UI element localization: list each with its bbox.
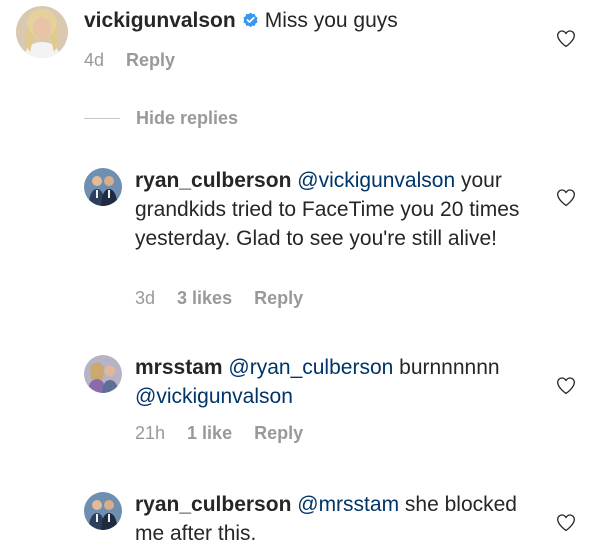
reply-comment: ryan_culberson @mrsstam she blocked me a…: [0, 484, 607, 550]
reply-button[interactable]: Reply: [126, 50, 175, 70]
avatar[interactable]: [84, 168, 122, 206]
comments-thread: vickigunvalson Miss you guys 4d Reply Hide…: [0, 0, 607, 550]
comment-username[interactable]: vickigunvalson: [84, 9, 236, 32]
reply-comment: ryan_culberson @vickigunvalson your gran…: [0, 160, 607, 320]
reply-comment: mrsstam @ryan_culberson burnnnnnn @vicki…: [0, 347, 607, 452]
comment-mention[interactable]: @vickigunvalson: [297, 169, 455, 192]
hide-replies-button[interactable]: Hide replies: [84, 108, 238, 130]
comment-text: vickigunvalson Miss you guys: [84, 6, 484, 35]
comment-meta: 21h 1 like Reply: [135, 423, 325, 444]
comment-mention[interactable]: @mrsstam: [297, 493, 399, 516]
avatar[interactable]: [16, 6, 68, 58]
avatar[interactable]: [84, 492, 122, 530]
likes-count[interactable]: 1 like: [187, 423, 232, 443]
comment-text: ryan_culberson @mrsstam she blocked me a…: [135, 490, 525, 548]
heart-outline-icon[interactable]: [556, 188, 576, 207]
comment-username[interactable]: ryan_culberson: [135, 169, 291, 192]
comment-body: burnnnnnn: [399, 356, 500, 379]
reply-button[interactable]: Reply: [254, 423, 303, 443]
likes-count[interactable]: 3 likes: [177, 288, 232, 308]
heart-outline-icon[interactable]: [556, 513, 576, 532]
comment-time: 21h: [135, 423, 166, 443]
comment-text: mrsstam @ryan_culberson burnnnnnn @vicki…: [135, 353, 525, 411]
comment-mention[interactable]: @ryan_culberson: [228, 356, 393, 379]
comment-time: 3d: [135, 288, 156, 308]
reply-button[interactable]: Reply: [254, 288, 303, 308]
comment-text: ryan_culberson @vickigunvalson your gran…: [135, 166, 525, 253]
comment-mention[interactable]: @vickigunvalson: [135, 385, 293, 408]
verified-badge-icon: [242, 8, 259, 28]
hide-replies-label: Hide replies: [136, 108, 239, 128]
comment-meta: 3d 3 likes Reply: [135, 288, 325, 309]
comment-time: 4d: [84, 50, 105, 70]
avatar[interactable]: [84, 355, 122, 393]
comment-username[interactable]: ryan_culberson: [135, 493, 291, 516]
heart-outline-icon[interactable]: [556, 376, 576, 395]
comment: vickigunvalson Miss you guys 4d Reply: [0, 0, 607, 100]
comment-username[interactable]: mrsstam: [135, 356, 223, 379]
comment-body: Miss you guys: [264, 9, 398, 32]
divider: [84, 118, 120, 119]
comment-meta: 4d Reply: [84, 50, 197, 71]
heart-outline-icon[interactable]: [556, 29, 576, 48]
